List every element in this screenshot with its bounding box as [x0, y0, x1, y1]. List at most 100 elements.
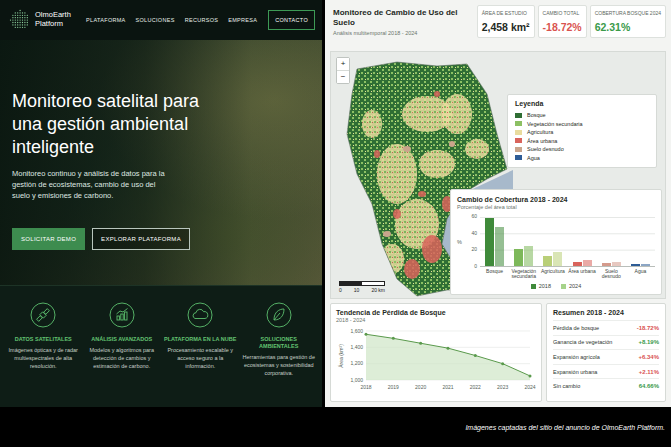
bar[interactable] [485, 218, 494, 265]
bar-group [509, 217, 538, 266]
y-tick: 1,600 [350, 328, 363, 334]
data-point[interactable] [529, 374, 532, 377]
nav-link[interactable]: EMPRESA [228, 17, 257, 23]
summary-value: 64.66% [639, 383, 659, 389]
x-label: Vegetación secundaria [509, 269, 538, 281]
bar[interactable] [612, 262, 621, 265]
bar[interactable] [553, 252, 562, 266]
bar-group [597, 217, 626, 266]
summary-label: Expansión urbana [553, 369, 597, 375]
bar[interactable] [602, 263, 611, 265]
data-point[interactable] [474, 354, 477, 357]
kpi-value: 2,458 km² [482, 21, 530, 33]
nav-link[interactable]: PLATAFORMA [86, 17, 125, 23]
x-label: 2022 [470, 384, 481, 390]
bar[interactable] [495, 227, 504, 265]
bar[interactable] [641, 264, 650, 266]
hero-button[interactable]: EXPLORAR PLATAFORMA [92, 228, 190, 250]
summary-value: +6.34% [638, 354, 659, 360]
logo[interactable]: OlmoEarthPlatform [9, 9, 71, 31]
y-axis: 6040200 [465, 214, 480, 269]
bar[interactable] [573, 262, 582, 265]
hero-button[interactable]: SOLICITAR DEMO [12, 228, 85, 250]
chart-title: Cambio de Cobertura 2018 - 2024 [457, 195, 655, 204]
coverage-chart: Cambio de Cobertura 2018 - 2024Porcentaj… [450, 189, 662, 296]
scale-labels: 01020 km [339, 287, 385, 293]
scale-bar: 01020 km [339, 281, 385, 293]
summary-row: Ganancia de vegetación +8.19% [553, 335, 659, 350]
y-axis-unit: % [457, 217, 465, 267]
y-tick: 1,200 [350, 360, 363, 366]
contact-button[interactable]: CONTACTO [268, 10, 315, 30]
trend-chart: Tendencia de Pérdida de Bosque2018 - 202… [330, 303, 542, 402]
legend-item: Bosque [515, 111, 649, 120]
legend-item: Agua [515, 154, 649, 163]
scale-label: 0 [339, 287, 342, 293]
legend-label: Agua [527, 154, 540, 163]
feature: PLATAFORMA EN LA NUBEProcesamiento escal… [163, 302, 238, 407]
feature-title: ANÁLISIS AVANZADOS [91, 336, 152, 343]
zoom-control: +− [336, 57, 350, 84]
legend-swatch [515, 138, 522, 143]
legend-label: Bosque [527, 111, 546, 120]
x-label: Bosque [480, 269, 509, 281]
y-tick: 40 [465, 231, 477, 236]
data-point[interactable] [419, 342, 422, 345]
legend-label: Vegetación secundaria [527, 120, 583, 129]
y-tick: 20 [465, 247, 477, 252]
x-label: 2024 [524, 384, 535, 390]
bar[interactable] [631, 264, 640, 266]
features: DATOS SATELITALESImágenes ópticas y de r… [0, 285, 322, 407]
hero-text: Monitoreo continuo y análisis de datos p… [12, 169, 166, 202]
dashboard-titles: Monitoreo de Cambio de Uso del SueloAnál… [330, 5, 471, 36]
plot-area [480, 217, 655, 267]
summary-row: Sin cambio 64.66% [553, 378, 659, 393]
data-point[interactable] [365, 333, 368, 336]
summary-value: +8.19% [638, 339, 659, 345]
line-chart: 1,6001,4001,2001,000Área (km²)2018201920… [336, 326, 536, 394]
caption: Imágenes captadas del sitio del anuncio … [465, 424, 665, 431]
scale-bar-line [339, 281, 385, 286]
legend-item: Vegetación secundaria [515, 120, 649, 129]
bar-group [480, 217, 509, 266]
y-tick: 1,000 [350, 377, 363, 383]
data-point[interactable] [501, 362, 504, 365]
bar[interactable] [514, 249, 523, 265]
kpi-card: CAMBIO TOTAL-18.72% [538, 5, 587, 38]
kpi-value: -18.72% [543, 21, 582, 33]
bar[interactable] [524, 246, 533, 266]
y-tick: 60 [465, 214, 477, 219]
map-section: +− 01020 km LeyendaBosqueVegetación secund… [330, 51, 666, 299]
nav-link[interactable]: RECURSOS [185, 17, 219, 23]
zoom-button[interactable]: + [337, 58, 349, 70]
summary-title: Resumen 2018 - 2024 [553, 308, 659, 317]
bar-group [568, 217, 597, 266]
data-point[interactable] [447, 347, 450, 350]
bar[interactable] [543, 256, 552, 266]
globe-icon [9, 9, 31, 31]
summary-label: Sin cambio [553, 383, 580, 389]
legend-swatch [515, 147, 522, 152]
chart-legend-item: 2024 [561, 283, 581, 289]
cloud-icon [187, 302, 213, 328]
data-point[interactable] [392, 337, 395, 340]
site-header: OlmoEarthPlatform PLATAFORMA SOLUCIONES REC… [0, 0, 322, 40]
main-area: OlmoEarthPlatform PLATAFORMA SOLUCIONES REC… [0, 0, 671, 407]
kpi-label: COBERTURA BOSQUE 2024 [595, 10, 661, 16]
kpi-row: ÁREA DE ESTUDIO2,458 km²CAMBIO TOTAL-18.… [477, 5, 666, 38]
summary-label: Ganancia de vegetación [553, 339, 612, 345]
zoom-button[interactable]: − [337, 70, 349, 83]
legend: LeyendaBosqueVegetación secundariaAgricu… [507, 94, 657, 168]
nav-link[interactable]: SOLUCIONES [136, 17, 175, 23]
x-label: 2020 [415, 384, 426, 390]
bar[interactable] [583, 260, 592, 266]
summary-row: Pérdida de bosque-18.72% [553, 320, 659, 335]
x-label: Suelo desnudo [597, 269, 626, 281]
x-label: 2019 [388, 384, 399, 390]
x-axis: BosqueVegetación secundariaAgriculturaÁr… [480, 269, 655, 281]
chart-subtitle: Porcentaje del área total [457, 204, 655, 211]
x-label: Área urbana [568, 269, 597, 281]
x-label: 2023 [497, 384, 508, 390]
feature-title: PLATAFORMA EN LA NUBE [164, 336, 236, 343]
caption-bar: Imágenes captadas del sitio del anuncio … [0, 407, 671, 447]
